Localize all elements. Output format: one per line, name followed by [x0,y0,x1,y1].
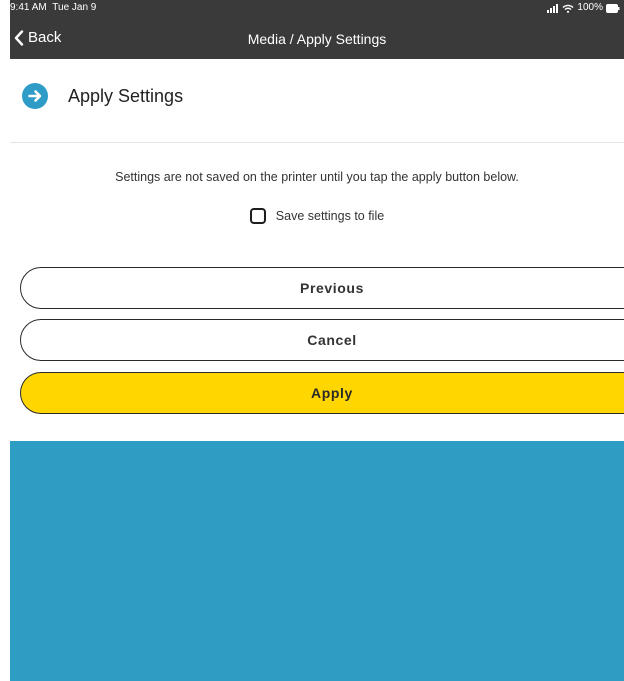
save-settings-checkbox[interactable] [249,208,266,224]
status-bar: 9:41 AM Tue Jan 9 100% [10,0,624,16]
status-time-value: 9:41 AM [10,2,47,13]
divider [10,142,624,143]
arrow-right-icon [28,90,42,102]
apply-button-label: Apply [311,385,353,401]
arrow-right-circle-icon [22,83,48,109]
nav-bar: Back Media / Apply Settings [10,22,624,58]
wifi-icon [562,4,574,13]
top-bar: 9:41 AM Tue Jan 9 100% Back Media / Appl… [10,0,624,59]
apply-button[interactable]: Apply [20,372,624,414]
info-text: Settings are not saved on the printer un… [115,170,519,184]
signal-icon [547,3,559,13]
page-title: Apply Settings [68,85,184,106]
nav-title: Media / Apply Settings [247,31,387,47]
previous-button[interactable]: Previous [20,267,624,309]
status-indicators: 100% [547,1,620,15]
cancel-button[interactable]: Cancel [20,319,624,361]
previous-button-label: Previous [300,280,364,296]
section-header: Apply Settings [22,83,183,109]
save-settings-label: Save settings to file [275,209,385,223]
battery-icon [606,3,620,13]
status-date-value: Tue Jan 9 [52,2,97,13]
status-time: 9:41 AM Tue Jan 9 [10,1,96,15]
page: 9:41 AM Tue Jan 9 100% Back Media / Appl… [0,0,624,681]
cancel-button-label: Cancel [307,332,357,348]
blue-panel [10,441,624,681]
battery-percent: 100% [577,2,603,13]
save-settings-row[interactable]: Save settings to file [10,208,624,224]
